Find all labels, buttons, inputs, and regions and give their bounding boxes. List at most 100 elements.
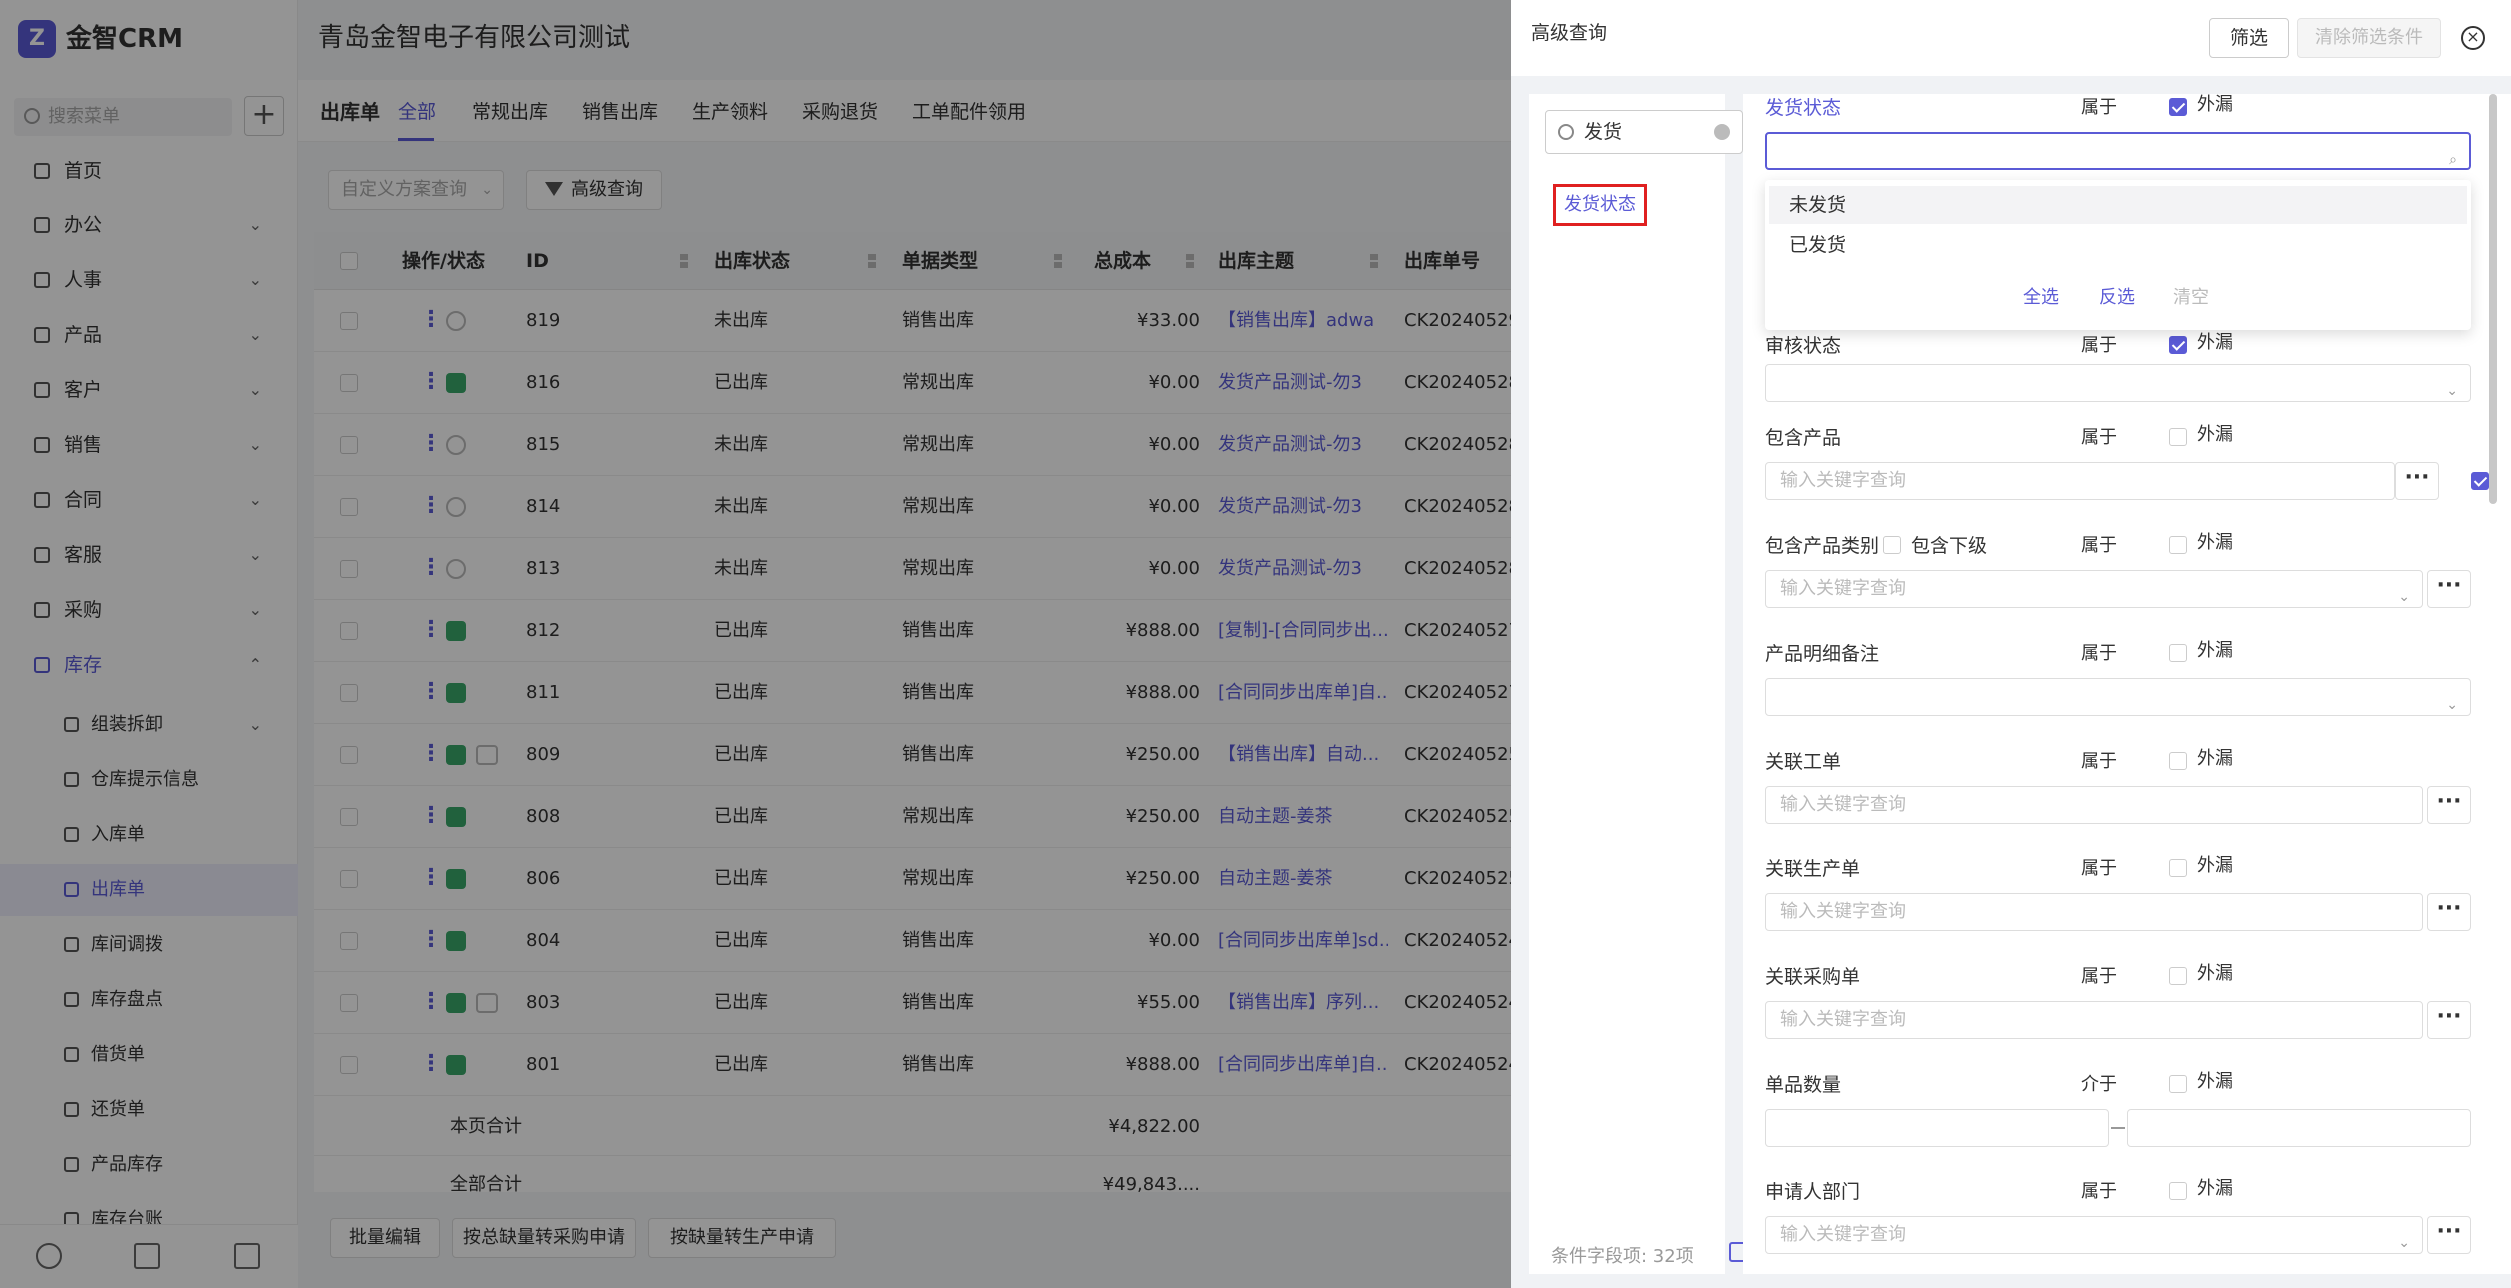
more-button[interactable]: ···: [2427, 570, 2471, 608]
drawer-body: 发货 发货状态 条件字段项: 32项 发货状态 属于⌄ 外漏 ⌕ 审核状态 属于…: [1511, 76, 2511, 1288]
leak-checkbox[interactable]: [2169, 752, 2187, 770]
clear-selection-button[interactable]: 清空: [2173, 284, 2209, 312]
operator-select[interactable]: 属于⌄: [2081, 963, 2183, 991]
audit-status-select[interactable]: ⌄: [1765, 364, 2471, 402]
leak-label: 外漏: [2197, 1178, 2233, 1199]
department-input[interactable]: 输入关键字查询 ⌄: [1765, 1216, 2423, 1254]
close-icon[interactable]: ×: [2461, 26, 2485, 50]
leak-checkbox[interactable]: [2169, 644, 2187, 662]
product-extra-checkbox[interactable]: [2471, 472, 2489, 490]
drawer-scrollbar[interactable]: [2489, 94, 2497, 504]
condition-product: 包含产品 属于⌄ 外漏 输入关键字查询 ···: [1743, 424, 2511, 532]
input-placeholder: 输入关键字查询: [1780, 578, 1906, 599]
operator-value: 属于: [2081, 858, 2117, 879]
clear-filters-button[interactable]: 清除筛选条件: [2297, 18, 2441, 58]
ship-status-dropdown: 未发货 已发货 全选 反选 清空: [1765, 180, 2471, 330]
operator-value: 属于: [2081, 97, 2117, 118]
condition-production-order: 关联生产单 属于⌄ 外漏 输入关键字查询 ···: [1743, 855, 2511, 963]
condition-label: 审核状态: [1765, 335, 1842, 357]
leak-checkbox[interactable]: [2169, 859, 2187, 877]
condition-label: 关联生产单: [1765, 858, 1861, 880]
more-button[interactable]: ···: [2427, 786, 2471, 824]
product-input[interactable]: 输入关键字查询: [1765, 462, 2395, 500]
leak-label: 外漏: [2197, 424, 2233, 445]
field-search-input[interactable]: 发货: [1545, 110, 1743, 154]
clear-input-icon[interactable]: [1714, 124, 1730, 140]
include-children-checkbox[interactable]: [1883, 536, 1901, 554]
condition-purchase-order: 关联采购单 属于⌄ 外漏 输入关键字查询 ···: [1743, 963, 2511, 1071]
condition-work-order: 关联工单 属于⌄ 外漏 输入关键字查询 ···: [1743, 748, 2511, 856]
operator-value: 属于: [2081, 535, 2117, 556]
production-order-input[interactable]: 输入关键字查询: [1765, 893, 2423, 931]
condition-item-quantity: 单品数量 介于⌄ 外漏: [1743, 1071, 2511, 1179]
leak-checkbox[interactable]: [2169, 967, 2187, 985]
condition-label: 发货状态: [1765, 97, 1842, 119]
operator-select[interactable]: 属于⌄: [2081, 855, 2183, 883]
invert-selection-button[interactable]: 反选: [2099, 284, 2135, 312]
more-button[interactable]: ···: [2427, 1216, 2471, 1254]
operator-select[interactable]: 属于⌄: [2081, 748, 2183, 776]
leak-label: 外漏: [2197, 94, 2233, 115]
operator-select[interactable]: 属于⌄: [2081, 424, 2183, 452]
purchase-order-input[interactable]: 输入关键字查询: [1765, 1001, 2423, 1039]
quantity-min-input[interactable]: [1765, 1109, 2109, 1147]
condition-applicant-department: 申请人部门 属于⌄ 外漏 输入关键字查询 ⌄ ···: [1743, 1178, 2511, 1286]
chevron-down-icon: ⌄: [2446, 383, 2458, 399]
leak-label: 外漏: [2197, 855, 2233, 876]
operator-select[interactable]: 属于⌄: [2081, 94, 2183, 122]
more-button[interactable]: ···: [2395, 462, 2439, 500]
dropdown-option-shipped[interactable]: 已发货: [1769, 226, 2467, 264]
leak-checkbox[interactable]: [2169, 1075, 2187, 1093]
operator-select[interactable]: 属于⌄: [2081, 332, 2183, 360]
product-remark-select[interactable]: ⌄: [1765, 678, 2471, 716]
drawer-header: 高级查询 筛选 清除筛选条件 ×: [1511, 0, 2511, 76]
quantity-max-input[interactable]: [2127, 1109, 2471, 1147]
product-category-input[interactable]: 输入关键字查询 ⌄: [1765, 570, 2423, 608]
chevron-down-icon: ⌄: [2398, 589, 2410, 605]
search-icon: [1558, 124, 1574, 140]
ship-status-select[interactable]: ⌕: [1765, 132, 2471, 170]
dropdown-option-unshipped[interactable]: 未发货: [1769, 186, 2467, 224]
condition-label: 关联采购单: [1765, 966, 1861, 988]
work-order-input[interactable]: 输入关键字查询: [1765, 786, 2423, 824]
condition-product-remark: 产品明细备注 属于⌄ 外漏 ⌄: [1743, 640, 2511, 748]
leak-checkbox[interactable]: [2169, 98, 2187, 116]
condition-label: 包含产品: [1765, 427, 1842, 449]
chevron-down-icon: ⌄: [2398, 1235, 2410, 1251]
condition-label: 申请人部门: [1765, 1181, 1861, 1203]
modal-overlay[interactable]: [0, 0, 1511, 1288]
leak-label: 外漏: [2197, 332, 2233, 353]
leak-checkbox[interactable]: [2169, 336, 2187, 354]
leak-checkbox[interactable]: [2169, 428, 2187, 446]
leak-label: 外漏: [2197, 640, 2233, 661]
select-all-button[interactable]: 全选: [2023, 284, 2059, 312]
operator-value: 属于: [2081, 1181, 2117, 1202]
field-search-value: 发货: [1584, 121, 1623, 143]
condition-label: 关联工单: [1765, 751, 1842, 773]
condition-label: 单品数量: [1765, 1074, 1842, 1096]
conditions-panel: 发货状态 属于⌄ 外漏 ⌕ 审核状态 属于⌄ 外漏 ⌄ 包含产品 属于⌄ 外漏 …: [1743, 94, 2511, 1274]
leak-checkbox[interactable]: [2169, 1182, 2187, 1200]
condition-label: 产品明细备注: [1765, 643, 1880, 665]
input-placeholder: 输入关键字查询: [1780, 1224, 1906, 1245]
operator-value: 属于: [2081, 335, 2117, 356]
search-icon: ⌕: [2449, 152, 2457, 168]
leak-label: 外漏: [2197, 963, 2233, 984]
condition-product-category: 包含产品类别 包含下级 属于⌄ 外漏 输入关键字查询 ⌄ ···: [1743, 532, 2511, 640]
advanced-query-drawer: 高级查询 筛选 清除筛选条件 × 发货 发货状态 条件字段项: 32项 发货状态…: [1511, 0, 2511, 1288]
more-button[interactable]: ···: [2427, 1001, 2471, 1039]
operator-select[interactable]: 属于⌄: [2081, 532, 2183, 560]
leak-label: 外漏: [2197, 1071, 2233, 1092]
operator-value: 属于: [2081, 427, 2117, 448]
leak-checkbox[interactable]: [2169, 536, 2187, 554]
operator-select[interactable]: 属于⌄: [2081, 640, 2183, 668]
operator-select[interactable]: 属于⌄: [2081, 1178, 2183, 1206]
more-button[interactable]: ···: [2427, 893, 2471, 931]
field-result-item[interactable]: 发货状态: [1553, 184, 1647, 226]
operator-value: 属于: [2081, 966, 2117, 987]
include-children-label: 包含下级: [1911, 535, 1988, 557]
operator-select[interactable]: 介于⌄: [2081, 1071, 2183, 1099]
filter-button[interactable]: 筛选: [2209, 18, 2289, 58]
operator-value: 属于: [2081, 751, 2117, 772]
chevron-down-icon: ⌄: [2446, 697, 2458, 713]
